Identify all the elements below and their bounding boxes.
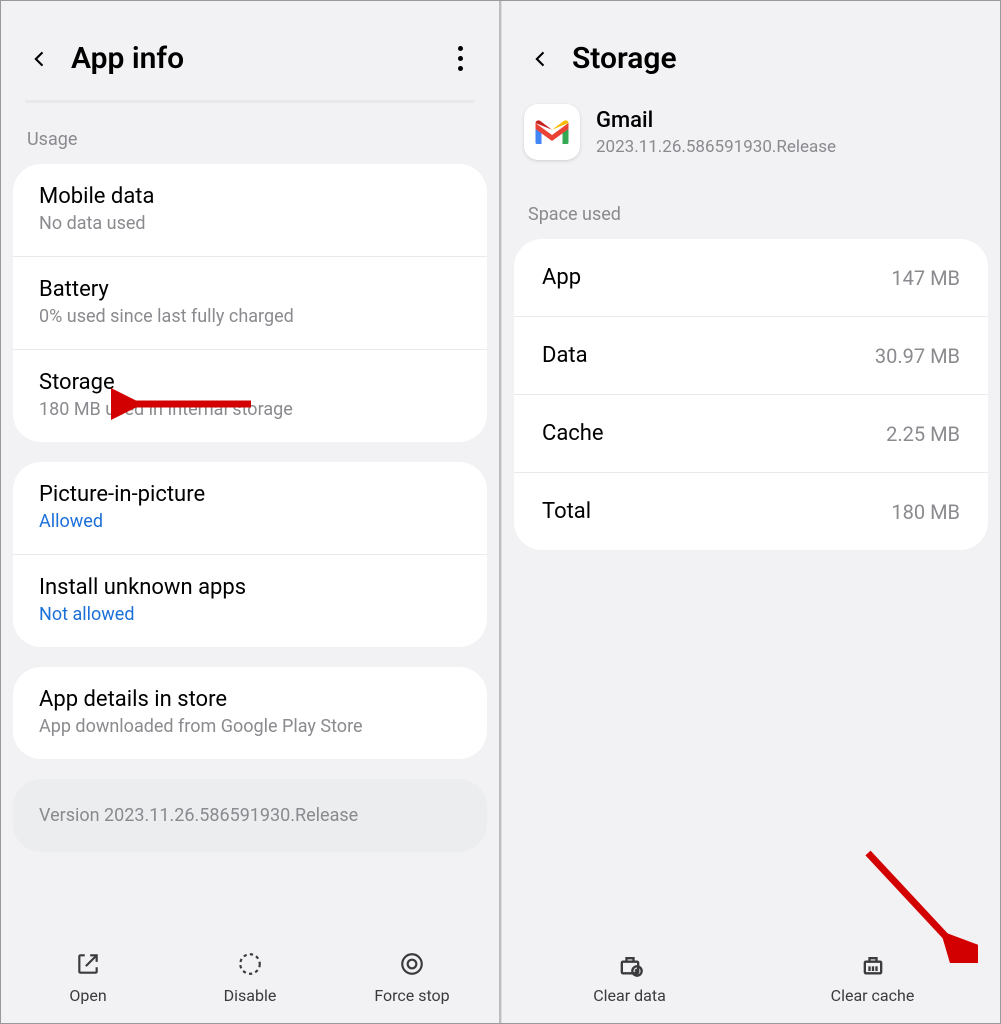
row-key: App	[542, 265, 581, 290]
button-label: Clear data	[593, 986, 666, 1005]
app-info-screen: App info Usage Mobile data No data used …	[1, 1, 501, 1023]
disable-icon	[236, 950, 264, 978]
row-label: Storage	[39, 370, 461, 395]
open-icon	[74, 950, 102, 978]
button-label: Force stop	[374, 986, 449, 1005]
page-title: App info	[71, 41, 443, 76]
space-app-row[interactable]: App 147 MB	[514, 239, 988, 316]
storage-row[interactable]: Storage 180 MB used in Internal storage	[13, 349, 487, 442]
app-header: Gmail 2023.11.26.586591930.Release	[502, 100, 1000, 178]
usage-card: Mobile data No data used Battery 0% used…	[13, 164, 487, 442]
section-label-usage: Usage	[1, 103, 499, 164]
button-label: Clear cache	[831, 986, 915, 1005]
app-meta: Gmail 2023.11.26.586591930.Release	[596, 108, 836, 157]
row-subtext: No data used	[39, 213, 461, 234]
button-label: Disable	[224, 986, 277, 1005]
header: App info	[1, 1, 499, 100]
row-value: 2.25 MB	[886, 422, 960, 446]
row-label: Install unknown apps	[39, 575, 461, 600]
battery-row[interactable]: Battery 0% used since last fully charged	[13, 256, 487, 349]
pip-row[interactable]: Picture-in-picture Allowed	[13, 462, 487, 554]
storage-screen: Storage Gmail 2023.11.26.586591930.Relea…	[501, 1, 1000, 1023]
open-button[interactable]: Open	[7, 950, 169, 1005]
space-total-row[interactable]: Total 180 MB	[514, 472, 988, 550]
disable-button[interactable]: Disable	[169, 950, 331, 1005]
row-subtext: App downloaded from Google Play Store	[39, 716, 461, 737]
row-subtext: 180 MB used in Internal storage	[39, 399, 461, 420]
clear-cache-icon	[859, 950, 887, 978]
clear-cache-button[interactable]: Clear cache	[751, 950, 994, 1005]
row-value: 30.97 MB	[875, 344, 960, 368]
store-card: App details in store App downloaded from…	[13, 667, 487, 759]
version-text: Version 2023.11.26.586591930.Release	[13, 779, 487, 852]
app-version: 2023.11.26.586591930.Release	[596, 137, 836, 157]
clear-data-icon	[616, 950, 644, 978]
row-key: Cache	[542, 421, 604, 446]
row-subtext: Allowed	[39, 511, 461, 532]
row-label: App details in store	[39, 687, 461, 712]
force-stop-button[interactable]: Force stop	[331, 950, 493, 1005]
section-label-space: Space used	[502, 178, 1000, 239]
clear-data-button[interactable]: Clear data	[508, 950, 751, 1005]
back-button[interactable]	[524, 42, 558, 76]
row-key: Total	[542, 499, 591, 524]
app-details-row[interactable]: App details in store App downloaded from…	[13, 667, 487, 759]
row-label: Battery	[39, 277, 461, 302]
row-value: 180 MB	[891, 500, 960, 524]
more-options-button[interactable]	[443, 42, 477, 76]
row-value: 147 MB	[891, 266, 960, 290]
page-title: Storage	[572, 41, 978, 76]
permissions-card: Picture-in-picture Allowed Install unkno…	[13, 462, 487, 647]
space-cache-row[interactable]: Cache 2.25 MB	[514, 394, 988, 472]
row-key: Data	[542, 343, 588, 368]
space-used-card: App 147 MB Data 30.97 MB Cache 2.25 MB T…	[514, 239, 988, 550]
mobile-data-row[interactable]: Mobile data No data used	[13, 164, 487, 256]
force-stop-icon	[398, 950, 426, 978]
gmail-icon	[524, 104, 580, 160]
row-subtext: 0% used since last fully charged	[39, 306, 461, 327]
back-button[interactable]	[23, 42, 57, 76]
space-data-row[interactable]: Data 30.97 MB	[514, 316, 988, 394]
row-label: Mobile data	[39, 184, 461, 209]
unknown-apps-row[interactable]: Install unknown apps Not allowed	[13, 554, 487, 647]
row-subtext: Not allowed	[39, 604, 461, 625]
app-name: Gmail	[596, 108, 836, 133]
bottom-toolbar: Clear data Clear cache	[502, 932, 1000, 1023]
row-label: Picture-in-picture	[39, 482, 461, 507]
header: Storage	[502, 1, 1000, 100]
bottom-toolbar: Open Disable Force stop	[1, 932, 499, 1023]
button-label: Open	[69, 986, 106, 1005]
